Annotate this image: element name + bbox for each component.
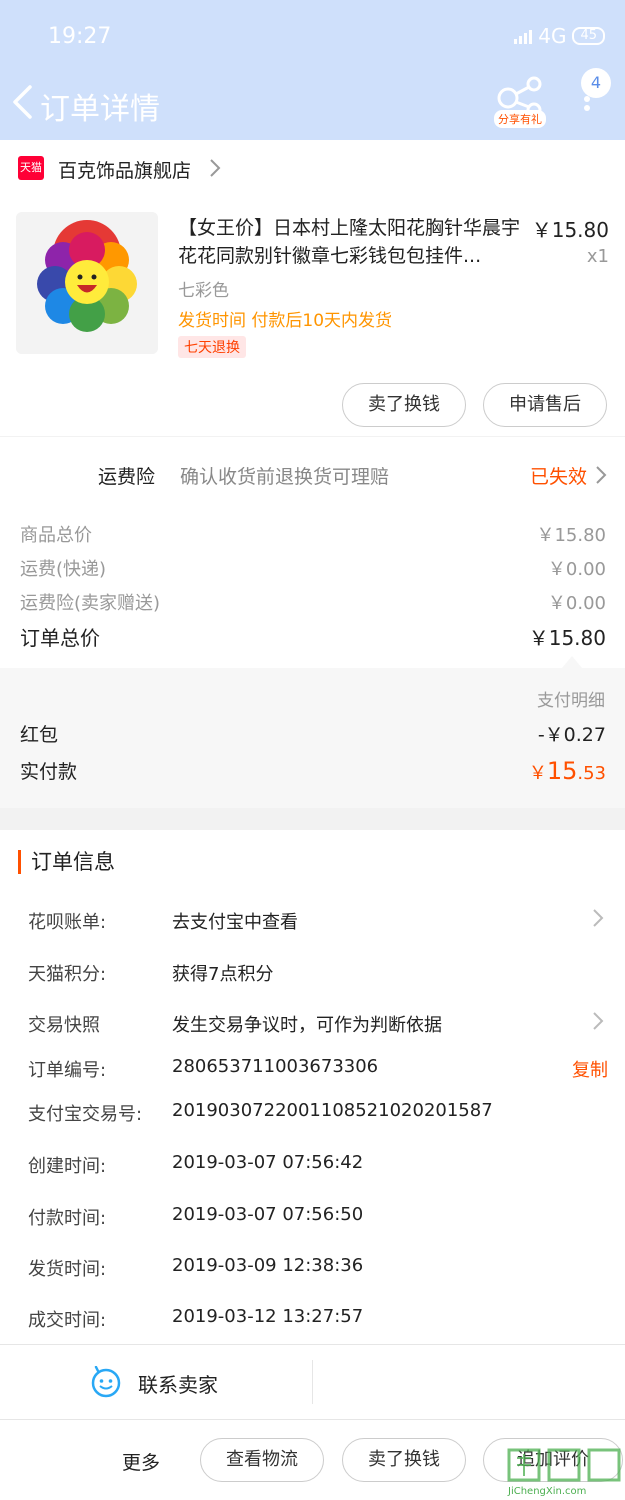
shipping-note: 发货时间 付款后10天内发货 (178, 311, 393, 331)
info-row-paid: 付款时间: 2019-03-07 07:56:50 (28, 1204, 364, 1229)
chat-bot-icon[interactable] (90, 1366, 122, 1398)
share-reward-badge[interactable]: 分享有礼 (494, 110, 546, 128)
info-row-alipay-number: 支付宝交易号: 2019030722001108521020201587 (28, 1100, 493, 1125)
red-packet-label: 红包 (20, 724, 59, 746)
watermark-text: JiChengXin.com (508, 1486, 587, 1497)
info-row-shipped: 发货时间: 2019-03-09 12:38:36 (28, 1255, 364, 1280)
info-row-order-number: 订单编号: 280653711003673306 复制 (28, 1056, 608, 1082)
status-time: 19:27 (48, 24, 112, 49)
order-info-title: 订单信息 (18, 850, 115, 874)
chevron-right-icon[interactable] (208, 158, 222, 178)
more-actions-button[interactable]: 更多 (122, 1448, 160, 1475)
info-row-points: 天猫积分: 获得7点积分 (28, 964, 274, 985)
fee-label: 商品总价 (20, 525, 92, 546)
back-arrow-icon[interactable] (10, 84, 36, 120)
chevron-right-icon[interactable] (592, 908, 604, 928)
product-sku: 七彩色 (178, 281, 229, 301)
insurance-status[interactable]: 已失效 (530, 462, 587, 489)
battery-icon: 45 (572, 27, 605, 45)
fee-row: 运费(快递) ￥0.00 (20, 555, 606, 581)
copy-order-number-link[interactable]: 复制 (572, 1056, 608, 1082)
product-price: ￥15.80 (531, 218, 609, 242)
return-policy-tag: 七天退换 (178, 336, 246, 358)
signal-icon (514, 28, 533, 44)
order-total-value: ￥15.80 (528, 626, 606, 650)
fee-value: ￥0.00 (547, 593, 606, 614)
page-title: 订单详情 (40, 92, 160, 127)
order-total-row: 订单总价 ￥15.80 (20, 622, 606, 651)
status-indicators: 4G 45 (514, 24, 605, 48)
product-image[interactable] (16, 212, 158, 354)
red-packet-row: 红包 -￥0.27 (20, 720, 606, 747)
network-type: 4G (538, 24, 567, 48)
message-count-badge[interactable]: 4 (581, 68, 611, 98)
divider (312, 1360, 313, 1404)
sell-button-bottom[interactable]: 卖了换钱 (342, 1438, 466, 1482)
panel-pointer (562, 656, 582, 668)
info-row-completed: 成交时间: 2019-03-12 13:27:57 (28, 1306, 364, 1331)
fee-value: ￥0.00 (547, 559, 606, 580)
red-packet-value: -￥0.27 (537, 724, 606, 746)
info-row-snapshot[interactable]: 交易快照 发生交易争议时，可作为判断依据 (28, 1011, 608, 1039)
actual-paid-value: ￥15.53 (528, 757, 606, 785)
actual-paid-row: 实付款 ￥15.53 (20, 757, 606, 785)
order-total-label: 订单总价 (20, 626, 100, 650)
insurance-desc: 确认收货前退换货可理赔 (180, 466, 390, 488)
info-row-created: 创建时间: 2019-03-07 07:56:42 (28, 1152, 364, 1177)
chevron-right-icon[interactable] (595, 465, 607, 485)
fee-row: 运费险(卖家赠送) ￥0.00 (20, 589, 606, 615)
product-title[interactable]: 【女王价】日本村上隆太阳花胸针华晨宇花花同款别针徽章七彩钱包包挂件... (178, 214, 523, 270)
chevron-right-icon[interactable] (592, 1011, 604, 1031)
store-name[interactable]: 百克饰品旗舰店 (58, 156, 191, 183)
fee-value: ￥15.80 (536, 525, 606, 546)
fee-label: 运费(快递) (20, 559, 107, 580)
sell-button[interactable]: 卖了换钱 (342, 383, 466, 427)
fee-row: 商品总价 ￥15.80 (20, 521, 606, 547)
after-sale-button[interactable]: 申请售后 (483, 383, 607, 427)
more-menu-icon[interactable] (584, 96, 592, 120)
view-logistics-button[interactable]: 查看物流 (200, 1438, 324, 1482)
tmall-logo-icon: 天猫 (18, 156, 44, 180)
info-row-huabei[interactable]: 花呗账单: 去支付宝中查看 (28, 908, 608, 936)
payment-detail-label: 支付明细 (537, 691, 605, 711)
insurance-label: 运费险 (98, 466, 156, 488)
contact-seller-button[interactable]: 联系卖家 (138, 1369, 218, 1398)
fee-label: 运费险(卖家赠送) (20, 593, 161, 614)
actual-paid-label: 实付款 (20, 761, 78, 783)
product-quantity: x1 (586, 246, 609, 267)
